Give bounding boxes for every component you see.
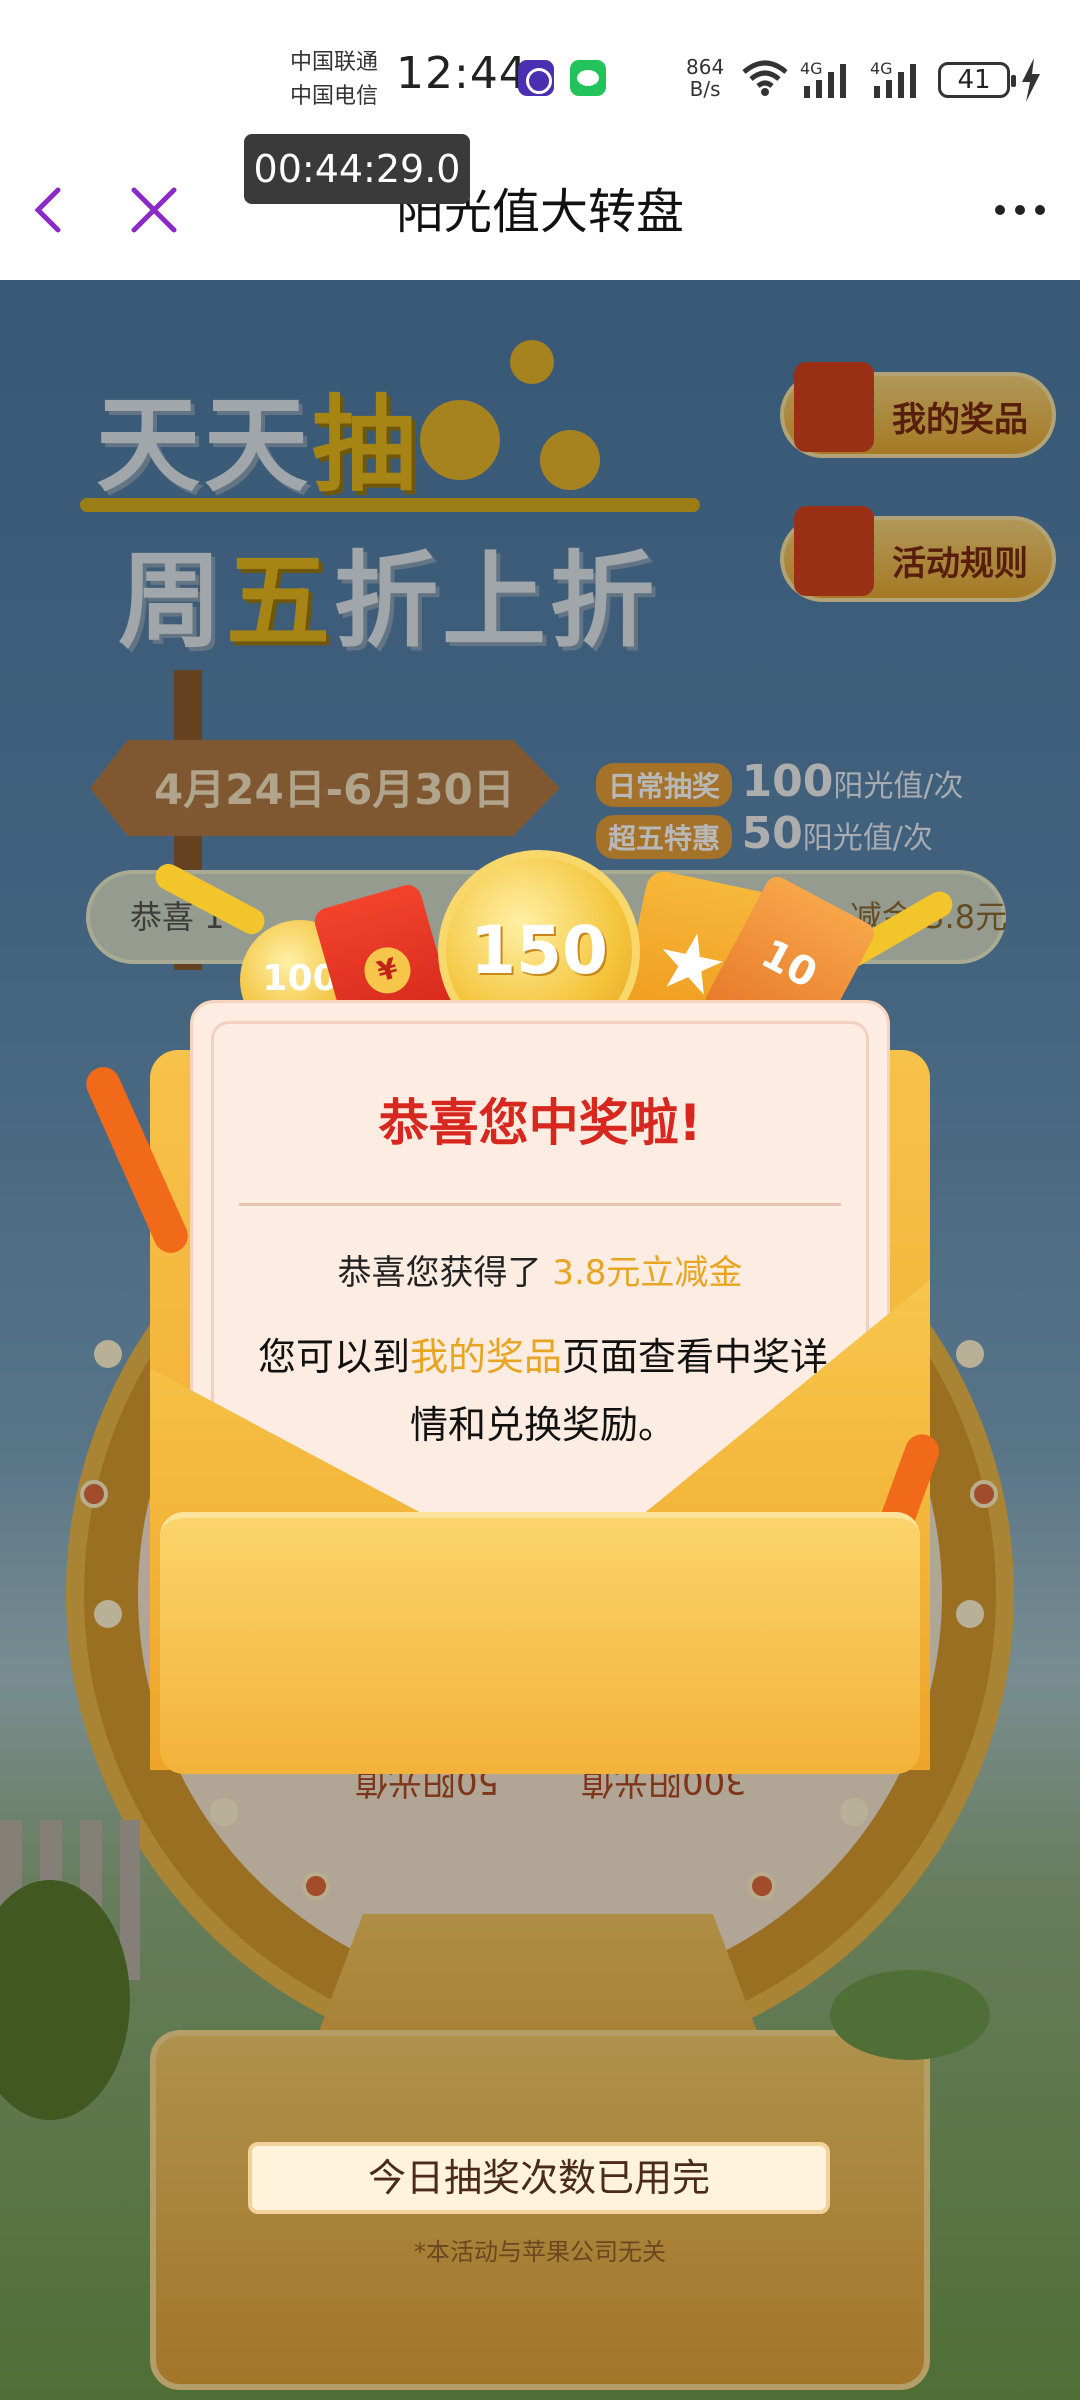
more-options-icon[interactable] [990,190,1050,230]
status-bar: 中国联通 中国电信 12:44 864 B/s 4G 4G 41 [0,0,1080,150]
win-popup: 100 ¥ ★ 10 150 恭喜您中奖啦! 恭喜您获得了 3.8元立减金 您可… [0,280,1080,2400]
ribbon-decoration [150,859,270,939]
signal-2-label: 4G [870,59,893,78]
envelope-front[interactable] [160,1512,920,1774]
wechat-app-icon [570,60,606,96]
prize-amount: 3.8元立减金 [552,1253,743,1293]
yuan-icon: ¥ [359,941,416,999]
nav-bar: 阳光值大转盘 [0,150,1080,280]
my-prizes-link[interactable]: 我的奖品 [410,1335,562,1379]
net-speed-value: 864 [686,55,725,79]
prize-result-line: 恭喜您获得了 3.8元立减金 [193,1245,887,1294]
signal-1-label: 4G [800,59,823,78]
signal-icon-2: 4G [870,59,916,98]
ticket-value: 10 [753,930,825,998]
page-title: 阳光值大转盘 [395,184,684,240]
prize-result-prefix: 恭喜您获得了 [337,1253,542,1293]
carrier-2: 中国电信 [290,84,379,109]
coin-big-value: 150 [470,912,608,989]
wifi-icon [742,60,788,96]
card-divider [239,1203,841,1206]
net-speed-unit: B/s [689,77,721,101]
status-time: 12:44 [396,48,528,99]
battery-icon: 41 [938,62,1016,98]
charging-bolt-icon [1022,58,1040,102]
alarm-app-icon [518,60,554,96]
carrier-1: 中国联通 [290,50,379,75]
timer-overlay: 00:44:29.0 [244,134,470,204]
popup-title: 恭喜您中奖啦! [378,1094,702,1152]
network-speed: 864 B/s [686,56,724,100]
lottery-page: 天天抽 周五折上折 我的奖品 活动规则 4月24日-6月30日 日常抽奖 100… [0,280,1080,2400]
instruction-prefix: 您可以到 [257,1335,410,1379]
signal-icon-1: 4G [800,59,846,98]
carrier-labels: 中国联通 中国电信 [290,46,378,114]
